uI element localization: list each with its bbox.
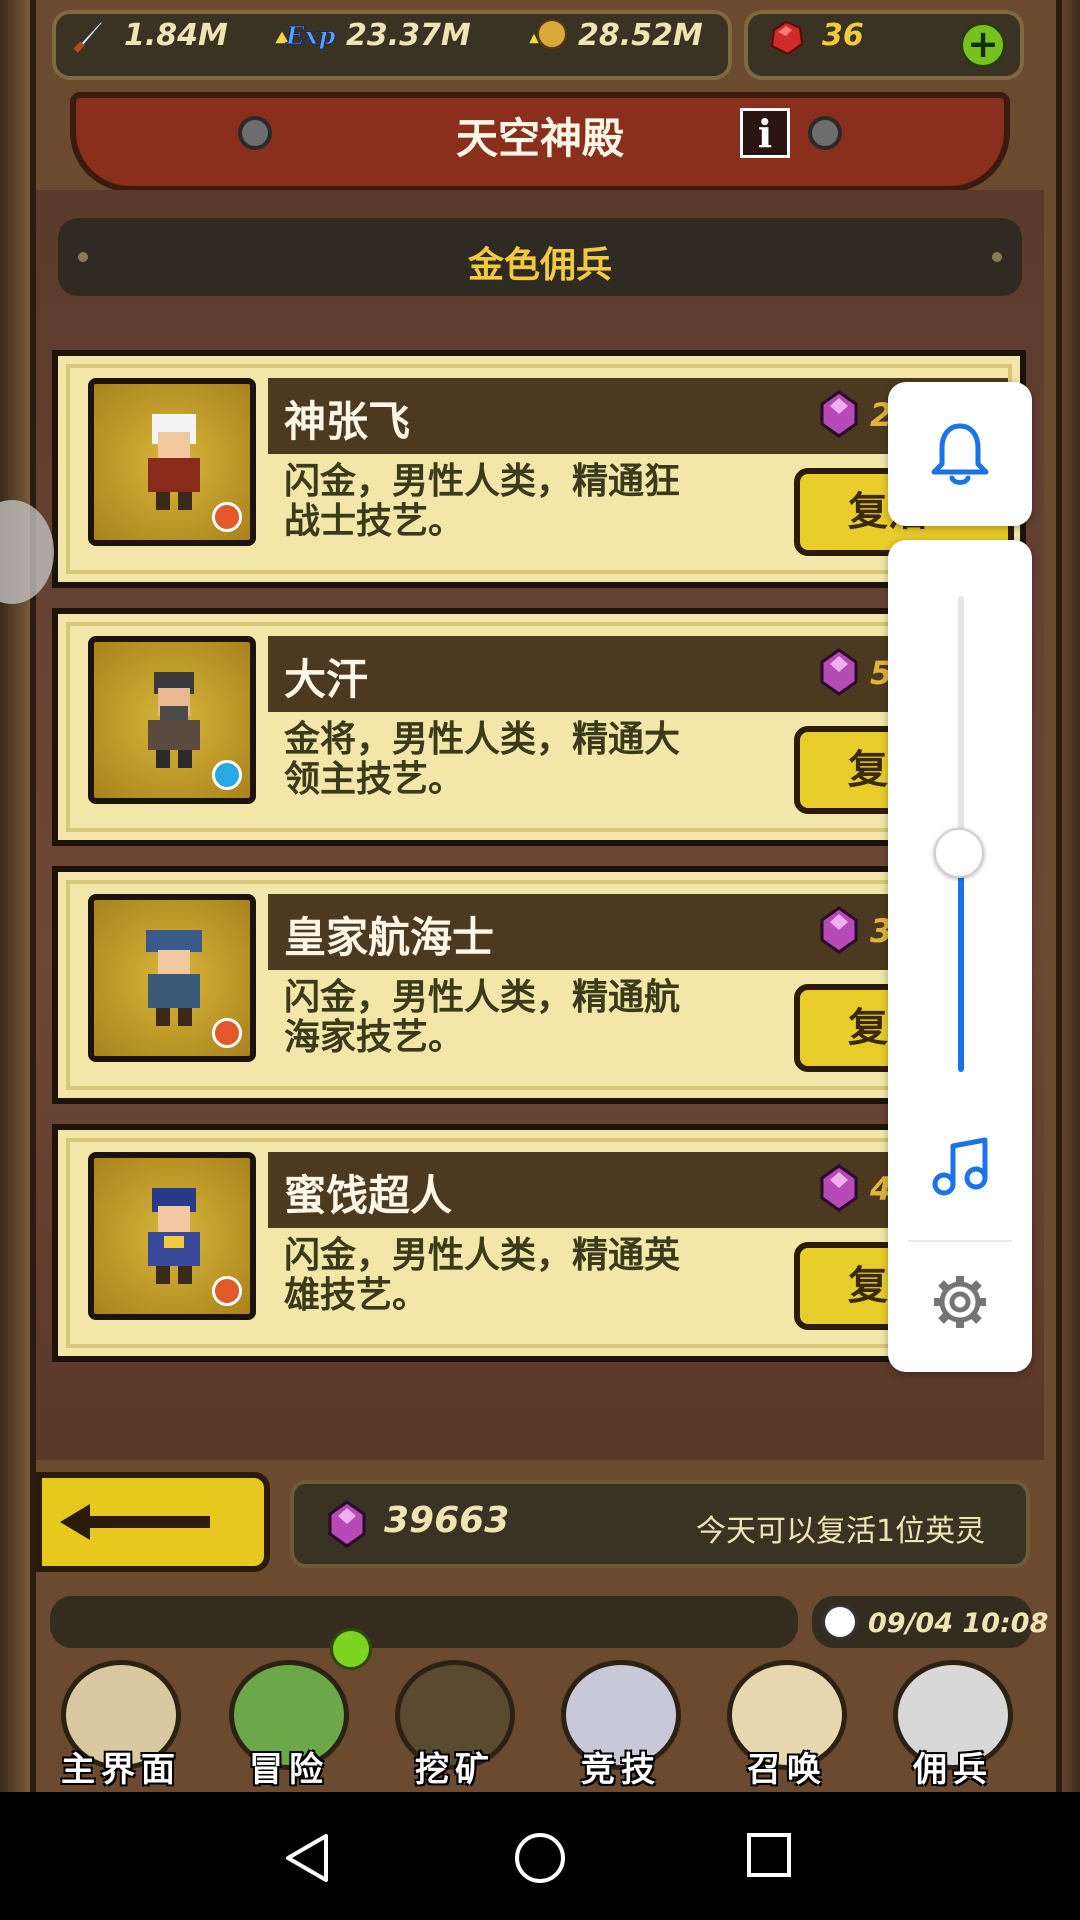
adventure-notification-dot [330,1628,372,1670]
gear-icon[interactable] [930,1272,990,1332]
hero-name: 蜜饯超人 [284,1171,453,1220]
ruby-icon [770,20,804,56]
hero-card: 皇家航海士 闪金，男性人类，精通航海家技艺。 3 复活 [52,866,1026,1104]
hero-sprite [148,414,200,510]
gem-icon [820,648,858,696]
hero-description: 闪金，男性人类，精通航海家技艺。 [284,977,681,1058]
ruby-value: 36 [822,18,864,53]
nav-label: 挖矿 [415,1750,495,1790]
nav-mining-button[interactable]: 挖矿 [380,1650,530,1792]
attack-value: 1.84M [124,18,228,53]
clock-text: 09/04 10:08 [868,1608,1049,1639]
hero-card: 神张飞 闪金，男性人类，精通狂战士技艺。 2 复活 [52,350,1026,588]
nav-mercenary-button[interactable]: 佣兵 [878,1650,1028,1792]
hero-name: 皇家航海士 [284,913,495,962]
hero-name: 神张飞 [284,397,411,446]
class-badge-icon [212,1018,242,1048]
gold-value: 28.52M [578,18,703,53]
gem-icon [820,1164,858,1212]
volume-panel [888,540,1032,1372]
page-title: 天空神殿 [455,114,624,163]
exp-value: 23.37M [346,18,471,53]
class-badge-icon [212,1276,242,1306]
bell-icon [931,423,989,485]
nav-adventure-button[interactable]: 冒险 [214,1650,364,1792]
message-strip [50,1596,798,1648]
clock-icon [822,1604,858,1640]
hero-description: 金将，男性人类，精通大领主技艺。 [284,719,681,800]
gem-icon [328,1500,366,1548]
hero-sprite [148,672,200,768]
recents-square-icon[interactable] [746,1832,792,1878]
nav-main-button[interactable]: 主界面 [46,1650,196,1792]
hero-description: 闪金，男性人类，精通英雄技艺。 [284,1235,681,1316]
add-ruby-button[interactable]: + [960,22,1006,68]
hero-name: 大汗 [284,655,369,704]
nav-label: 竞技 [581,1750,661,1790]
hero-sprite [148,1188,200,1284]
hero-card: 大汗 金将，男性人类，精通大领主技艺。 5 复活 [52,608,1026,846]
hero-portrait[interactable] [88,1152,256,1320]
hero-card: 蜜饯超人 闪金，男性人类，精通英雄技艺。 4 复活 [52,1124,1026,1362]
home-circle-icon[interactable] [512,1832,568,1884]
nav-arena-button[interactable]: 竞技 [546,1650,696,1792]
nav-label: 冒险 [249,1750,329,1790]
gem-icon [820,390,858,438]
nav-summon-button[interactable]: 召唤 [712,1650,862,1792]
arrow-left-icon [60,1504,210,1540]
nav-label: 召唤 [747,1750,827,1790]
sword-icon [73,17,107,53]
nav-label: 主界面 [61,1750,181,1790]
hero-portrait[interactable] [88,378,256,546]
divider [908,1240,1012,1242]
system-navigation-bar [0,1792,1080,1920]
section-title: 金色佣兵 [467,245,612,286]
nav-label: 佣兵 [913,1750,993,1790]
gold-icon [526,19,567,49]
gem-icon [820,906,858,954]
info-button[interactable]: i [740,108,790,158]
svg-text:Exp: Exp [285,21,336,50]
hero-portrait[interactable] [88,894,256,1062]
exp-icon: Exp [272,21,336,51]
gem-total: 39663 [384,1500,510,1541]
hero-sprite [146,930,202,1026]
class-badge-icon [212,502,242,532]
hero-portrait[interactable] [88,636,256,804]
revive-info-text: 今天可以复活1位英灵 [696,1514,986,1549]
back-triangle-icon[interactable] [282,1832,334,1884]
notification-mode-button[interactable] [888,382,1032,526]
hero-description: 闪金，男性人类，精通狂战士技艺。 [284,461,681,542]
volume-slider-fill [958,853,964,1072]
class-badge-icon [212,760,242,790]
music-note-icon[interactable] [930,1136,990,1196]
volume-slider-thumb[interactable] [934,828,984,879]
